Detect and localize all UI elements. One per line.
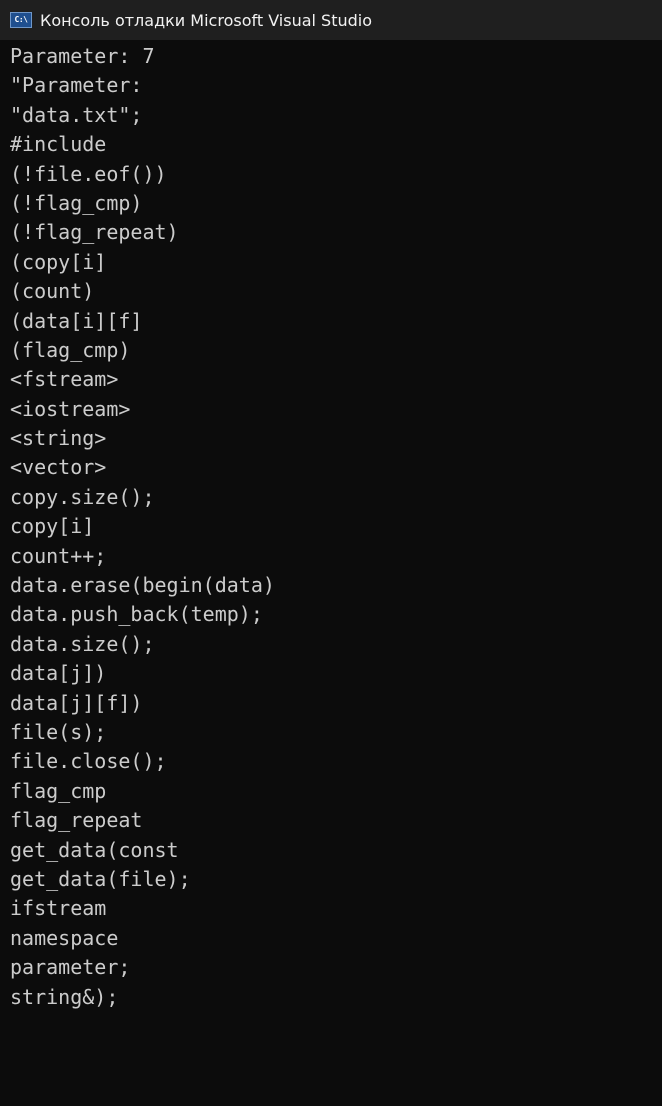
debug-console-window: C:\ Консоль отладки Microsoft Visual Stu… xyxy=(0,0,662,1106)
console-line: count++; xyxy=(10,543,107,568)
console-line: (!file.eof()) xyxy=(10,161,167,186)
console-line: (flag_cmp) xyxy=(10,337,131,362)
console-output[interactable]: Parameter: 7 "Parameter: "data.txt"; #inclu… xyxy=(10,42,658,1106)
console-line: string&); xyxy=(10,984,119,1009)
window-title: Консоль отладки Microsoft Visual Studio xyxy=(40,10,372,30)
console-line: (copy[i] xyxy=(10,249,107,274)
console-line: copy.size(); xyxy=(10,484,155,509)
console-line: <string> xyxy=(10,426,107,451)
console-line: (count) xyxy=(10,279,95,304)
console-line: get_data(file); xyxy=(10,866,191,891)
console-line: data.size(); xyxy=(10,631,155,656)
console-line: #include xyxy=(10,132,107,157)
console-line: copy[i] xyxy=(10,514,95,539)
console-line: (!flag_repeat) xyxy=(10,220,179,245)
console-line: Parameter: 7 xyxy=(10,44,155,68)
console-app-icon-label: C:\ xyxy=(14,15,28,24)
console-line: <iostream> xyxy=(10,396,131,421)
console-line: parameter; xyxy=(10,955,131,980)
console-line: flag_cmp xyxy=(10,778,107,803)
console-line: <vector> xyxy=(10,455,107,480)
console-line: file.close(); xyxy=(10,749,167,774)
console-line: get_data(const xyxy=(10,837,179,862)
console-line: data.erase(begin(data) xyxy=(10,573,275,598)
console-line: ifstream xyxy=(10,896,107,921)
console-line: (!flag_cmp) xyxy=(10,190,143,215)
console-line: flag_repeat xyxy=(10,808,143,833)
console-line: <fstream> xyxy=(10,367,119,392)
console-line: file(s); xyxy=(10,719,107,744)
console-line: namespace xyxy=(10,925,119,950)
console-line: "Parameter: xyxy=(10,73,143,98)
title-bar[interactable]: C:\ Консоль отладки Microsoft Visual Stu… xyxy=(0,0,662,40)
console-app-icon: C:\ xyxy=(10,12,32,28)
console-line: data[j][f]) xyxy=(10,690,143,715)
console-line: (data[i][f] xyxy=(10,308,143,333)
console-line: data.push_back(temp); xyxy=(10,602,263,627)
console-line: "data.txt"; xyxy=(10,102,143,127)
console-line: data[j]) xyxy=(10,661,107,686)
